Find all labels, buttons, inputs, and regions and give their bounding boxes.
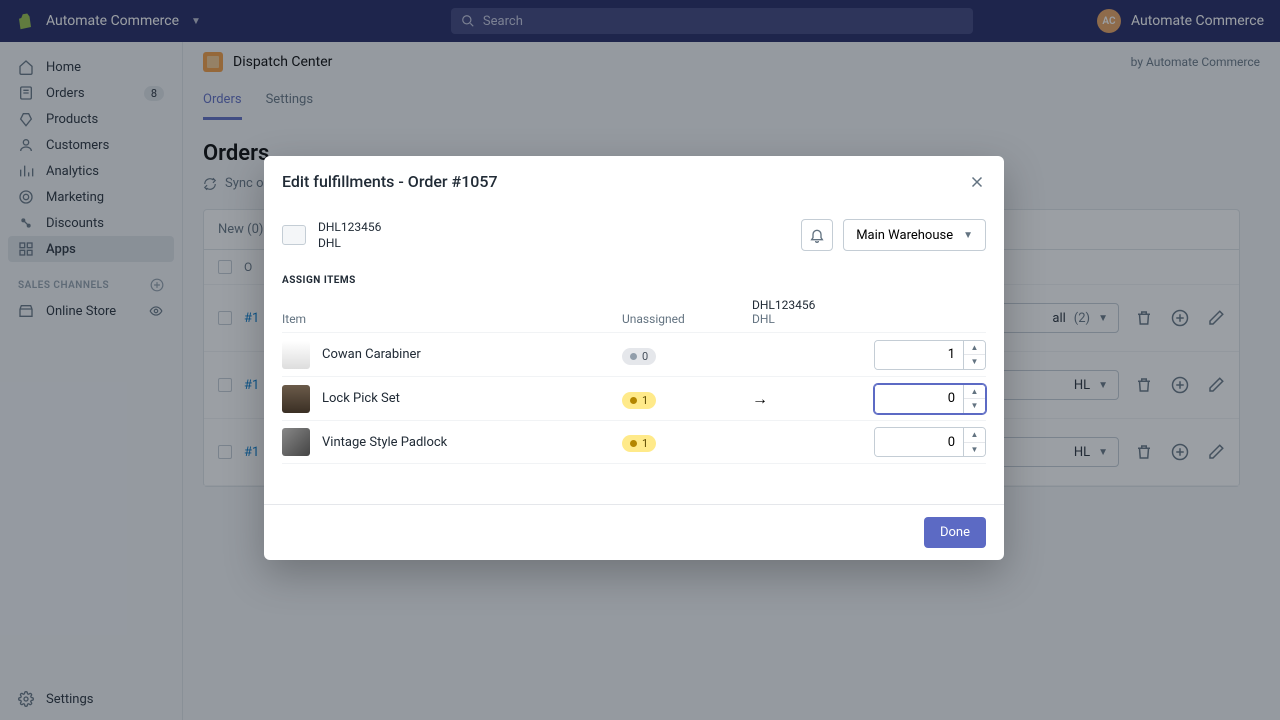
product-thumbnail: [282, 385, 310, 413]
assign-item-row: Lock Pick Set 1 → ▲▼: [282, 376, 986, 420]
bell-icon: [809, 227, 825, 243]
step-down[interactable]: ▼: [964, 443, 985, 457]
fulfillment-summary: DHL123456 DHL Main Warehouse ▼: [282, 211, 986, 265]
assign-item-row: Cowan Carabiner 0 ▲▼: [282, 332, 986, 376]
step-up[interactable]: ▲: [964, 385, 985, 400]
package-icon: [282, 225, 306, 245]
col-tracking: DHL123456: [752, 298, 986, 312]
arrow-right-icon: →: [752, 389, 768, 409]
quantity-input[interactable]: [875, 341, 963, 369]
step-up[interactable]: ▲: [964, 428, 985, 443]
col-item: Item: [282, 312, 622, 326]
product-name: Cowan Carabiner: [322, 347, 421, 362]
quantity-stepper[interactable]: ▲▼: [874, 340, 986, 370]
modal-title: Edit fulfillments - Order #1057: [282, 172, 498, 191]
unassigned-pill: 0: [622, 348, 656, 365]
unassigned-pill: 1: [622, 435, 656, 452]
warehouse-select[interactable]: Main Warehouse ▼: [843, 219, 986, 251]
unassigned-pill: 1: [622, 392, 656, 409]
done-button[interactable]: Done: [924, 517, 986, 548]
step-up[interactable]: ▲: [964, 341, 985, 356]
col-unassigned: Unassigned: [622, 312, 752, 326]
step-down[interactable]: ▼: [964, 399, 985, 413]
product-name: Lock Pick Set: [322, 391, 400, 406]
quantity-input[interactable]: [875, 385, 963, 413]
step-down[interactable]: ▼: [964, 355, 985, 369]
assign-header: Item Unassigned DHL123456 DHL: [282, 292, 986, 332]
col-carrier: DHL: [752, 312, 986, 326]
carrier: DHL: [318, 235, 381, 251]
quantity-input[interactable]: [875, 428, 963, 456]
assign-section-label: ASSIGN ITEMS: [282, 275, 986, 286]
product-thumbnail: [282, 341, 310, 369]
chevron-down-icon: ▼: [963, 230, 973, 241]
edit-fulfillments-modal: Edit fulfillments - Order #1057 DHL12345…: [264, 156, 1004, 560]
warehouse-label: Main Warehouse: [856, 228, 953, 243]
tracking-number: DHL123456: [318, 219, 381, 235]
product-thumbnail: [282, 428, 310, 456]
quantity-stepper[interactable]: ▲▼: [874, 384, 986, 414]
close-icon[interactable]: [968, 173, 986, 191]
notify-button[interactable]: [801, 219, 833, 251]
product-name: Vintage Style Padlock: [322, 435, 447, 450]
quantity-stepper[interactable]: ▲▼: [874, 427, 986, 457]
assign-item-row: Vintage Style Padlock 1 ▲▼: [282, 420, 986, 464]
